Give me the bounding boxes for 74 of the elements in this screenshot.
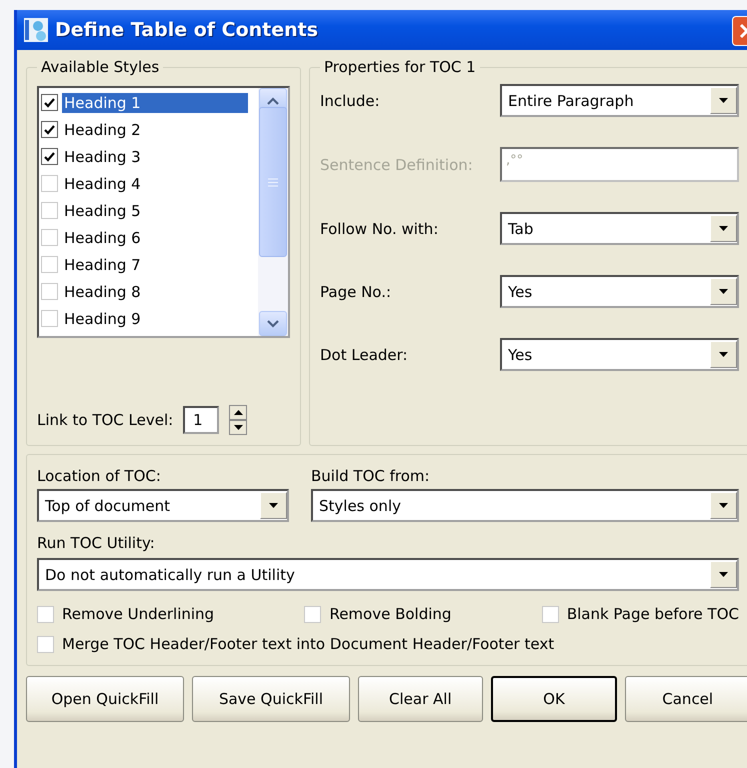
checkbox-label: Merge TOC Header/Footer text into Document Header/Footer text [62,635,554,653]
caret-icon [719,503,728,508]
caret-icon [719,289,728,294]
caret-icon [269,503,278,508]
dialog-button[interactable]: OK [490,676,618,722]
checkbox-label: Remove Bolding [329,605,452,623]
list-item[interactable]: Heading 4 [62,174,143,194]
checkbox-label: Blank Page before TOC [566,605,739,623]
field-label: Include: [320,92,381,110]
dialog-button[interactable]: Clear All [358,676,483,722]
group-title: Properties for TOC 1 [323,58,477,76]
level-field[interactable]: 1 [183,406,220,434]
caret-icon [719,352,728,357]
checkbox[interactable] [41,121,58,138]
field-label: Page No.: [320,282,392,300]
dropdown-arrow-button[interactable] [710,561,737,588]
dropdown-arrow-button[interactable] [710,87,737,114]
chevron-up-icon [267,96,279,104]
check-icon [44,98,55,108]
list-item[interactable]: Heading 9 [62,308,143,328]
list-item[interactable]: Heading 5 [62,200,143,220]
scrollbar[interactable] [258,88,288,336]
dropdown-value: Entire Paragraph [508,92,635,110]
caret-icon [719,226,728,231]
dropdown[interactable]: Top of document [37,489,289,522]
field-label: Run TOC Utility: [37,534,156,552]
check-icon [44,152,55,162]
dropdown[interactable]: Yes [500,275,739,308]
list-item[interactable]: Heading 8 [62,282,143,302]
group-title: Available Styles [40,58,160,76]
dropdown-arrow-button[interactable] [710,341,737,368]
dropdown-arrow-button[interactable] [260,492,287,519]
checkbox[interactable] [41,94,58,111]
field-label: Sentence Definition: [320,156,474,174]
field-label: Build TOC from: [311,467,431,485]
caret-icon [234,425,243,430]
field-label: Link to TOC Level: [37,411,174,429]
field-label: Dot Leader: [320,346,409,364]
dropdown[interactable]: Styles only [311,489,739,522]
caret-icon [719,572,728,577]
checkbox[interactable] [41,148,58,165]
checkbox-label: Remove Underlining [62,605,214,623]
list-item[interactable]: Heading 3 [62,146,143,166]
dropdown-arrow-button[interactable] [710,278,737,305]
field-label: Follow No. with: [320,220,440,238]
caret-icon [719,98,728,103]
dropdown-value: Yes [508,346,534,364]
check-icon [44,124,55,134]
dialog-button[interactable]: Cancel [625,676,747,722]
spin-down-button[interactable] [229,420,248,435]
dropdown[interactable]: Do not automatically run a Utility [37,558,739,591]
dialog-button[interactable]: Open QuickFill [26,676,184,722]
app-icon [23,17,49,43]
dropdown-value: Yes [508,282,534,300]
dropdown-value: Do not automatically run a Utility [45,566,296,584]
list-item[interactable]: Heading 7 [62,254,143,274]
dropdown[interactable]: Yes [500,338,739,371]
dropdown-value: Tab [508,220,534,238]
list-item[interactable]: Heading 6 [62,228,143,248]
chevron-down-icon [267,320,279,328]
dropdown-value: Top of document [45,496,171,514]
dialog-button[interactable]: Save QuickFill [192,676,350,722]
list-item[interactable]: Heading 2 [62,120,143,140]
dropdown-arrow-button[interactable] [710,492,737,519]
dropdown[interactable]: Tab [500,212,739,245]
window-title: Define Table of Contents [55,19,320,41]
spin-up-button[interactable] [229,405,248,420]
dropdown-value: Styles only [319,496,402,514]
dropdown[interactable]: Entire Paragraph [500,84,739,117]
caret-icon [234,410,243,415]
list-item[interactable]: Heading 1 [62,92,248,112]
field-label: Location of TOC: [37,467,162,485]
scroll-thumb[interactable] [259,107,287,257]
dropdown-arrow-button[interactable] [710,215,737,242]
